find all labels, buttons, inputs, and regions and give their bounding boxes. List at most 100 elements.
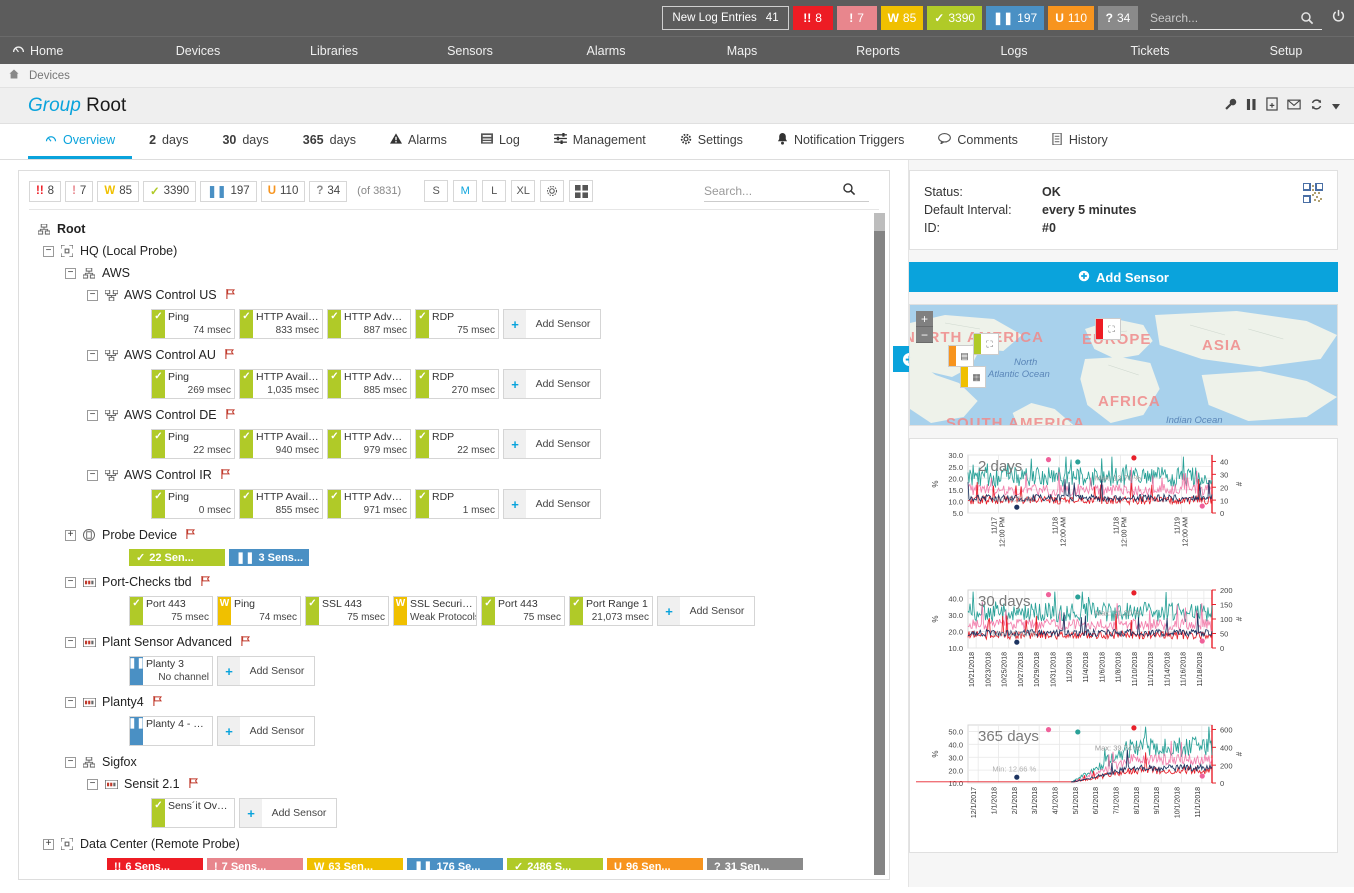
sensor-card[interactable]: ✓HTTP Availabil... 855 msec — [239, 489, 323, 519]
add-sensor-button[interactable]: Add Sensor — [909, 262, 1338, 292]
nav-item-maps[interactable]: Maps — [674, 37, 810, 64]
tab-2-days[interactable]: 2 days — [132, 124, 205, 159]
flag-icon[interactable] — [225, 288, 236, 302]
power-icon[interactable] — [1331, 9, 1346, 28]
search-icon[interactable] — [842, 182, 856, 199]
nav-item-alarms[interactable]: Alarms — [538, 37, 674, 64]
sensor-summary-down[interactable]: !! 6 Sens... — [107, 858, 203, 870]
nav-item-devices[interactable]: Devices — [130, 37, 266, 64]
tab-alarms[interactable]: Alarms — [373, 124, 464, 159]
sensor-card[interactable]: ✓HTTP Advance... 885 msec — [327, 369, 411, 399]
nav-item-libraries[interactable]: Libraries — [266, 37, 402, 64]
global-search[interactable] — [1150, 6, 1322, 30]
sensor-card[interactable]: WSSL Security C... Weak Protocols ... — [393, 596, 477, 626]
size-button-s[interactable]: S — [424, 180, 449, 202]
sensor-summary-warning[interactable]: W 63 Sen... — [307, 858, 403, 870]
tab-history[interactable]: History — [1035, 124, 1125, 159]
status-badge-down[interactable]: !! 8 — [792, 6, 833, 30]
status-badge-unusual[interactable]: U 110 — [1048, 6, 1094, 30]
device-pin-mx[interactable]: ▦ — [960, 366, 986, 388]
sensor-summary-unusual[interactable]: U 96 Sen... — [607, 858, 703, 870]
pause-icon[interactable] — [1246, 98, 1257, 114]
sensor-summary-unknown[interactable]: ? 31 Sen... — [707, 858, 803, 870]
new-log-entries-button[interactable]: New Log Entries 41 — [662, 6, 789, 30]
device-pin-eu[interactable]: ⛶ — [1095, 318, 1121, 340]
sensor-summary-downack[interactable]: ! 7 Sens... — [207, 858, 303, 870]
device-pin-ca[interactable]: ⛶ — [973, 333, 999, 355]
size-button-xl[interactable]: XL — [511, 180, 536, 202]
tree-node-sensit-2-1[interactable]: − Sensit 2.1 — [29, 773, 889, 795]
sensor-card[interactable]: ✓HTTP Availabil... 940 msec — [239, 429, 323, 459]
tree-node-plant-sensor-advanced[interactable]: − Plant Sensor Advanced — [29, 631, 889, 653]
tree-node-planty4[interactable]: − Planty4 — [29, 691, 889, 713]
filter-chip-down[interactable]: !! 8 — [29, 180, 62, 202]
size-button-m[interactable]: M — [453, 180, 478, 202]
sensor-card[interactable]: ✓ RDP 1 msec — [415, 489, 499, 519]
flag-icon[interactable] — [225, 408, 236, 422]
global-search-input[interactable] — [1150, 10, 1300, 25]
status-badge-warning[interactable]: W 85 — [880, 6, 924, 30]
tree-expander[interactable]: + — [65, 529, 76, 541]
status-badge-unknown[interactable]: ? 34 — [1098, 6, 1138, 30]
grid-icon[interactable] — [569, 180, 594, 202]
refresh-icon[interactable] — [1310, 98, 1323, 114]
add-sensor-card[interactable]: + Add Sensor — [503, 429, 601, 459]
flag-icon[interactable] — [153, 695, 163, 709]
search-icon[interactable] — [1300, 11, 1314, 25]
geo-map-widget[interactable]: + − NORTH AMERICA EUROPE ASIA AFRICA SOU… — [909, 304, 1338, 426]
tree-expander[interactable]: + — [43, 838, 54, 850]
report-icon[interactable] — [1266, 97, 1278, 114]
chart-30-days[interactable]: 10.0 20.0 30.0 40.0 10/21/2018 10/23/2018 10/2… — [916, 580, 1331, 711]
filter-chip-down-ack[interactable]: ! 7 — [65, 180, 94, 202]
tree-node-probe-device[interactable]: + Probe Device — [29, 524, 889, 546]
sensor-card[interactable]: ✓HTTP Advance... 979 msec — [327, 429, 411, 459]
tree-expander[interactable]: − — [87, 469, 98, 481]
sensor-card[interactable]: ✓HTTP Advance... 971 msec — [327, 489, 411, 519]
nav-item-reports[interactable]: Reports — [810, 37, 946, 64]
nav-item-sensors[interactable]: Sensors — [402, 37, 538, 64]
tree-expander[interactable]: − — [87, 349, 98, 361]
sensor-card[interactable]: ✓ Port Range 1 21,073 msec — [569, 596, 653, 626]
device-pin-us[interactable]: ▤ — [948, 345, 974, 367]
tab-log[interactable]: Log — [464, 124, 537, 159]
chart-2-days[interactable]: 5.0 10.0 15.0 20.0 25.0 30.0 11/17 12:00 PM 11/1… — [916, 445, 1331, 576]
flag-icon[interactable] — [186, 528, 196, 542]
tree-expander[interactable]: − — [87, 409, 98, 421]
flag-icon[interactable] — [200, 575, 211, 589]
tree-expander[interactable]: − — [43, 245, 54, 257]
tree-node-aws[interactable]: − AWS — [29, 262, 889, 284]
status-badge-down-ack[interactable]: ! 7 — [836, 6, 877, 30]
sensor-card[interactable]: ✓ Ping 269 msec — [151, 369, 235, 399]
sensor-card[interactable]: ✓ Ping 22 msec — [151, 429, 235, 459]
nav-item-home[interactable]: Home — [0, 37, 130, 64]
wrench-icon[interactable] — [1224, 98, 1237, 114]
tree-expander[interactable]: − — [65, 696, 76, 708]
add-sensor-card[interactable]: + Add Sensor — [503, 309, 601, 339]
sensor-summary-up[interactable]: ✓ 2486 S... — [507, 858, 603, 870]
status-badge-up[interactable]: ✓ 3390 — [927, 6, 983, 30]
map-zoom-in-button[interactable]: + — [916, 311, 933, 327]
breadcrumb-current[interactable]: Devices — [29, 70, 70, 82]
sensor-card[interactable]: W Ping 74 msec — [217, 596, 301, 626]
add-sensor-card[interactable]: + Add Sensor — [503, 369, 601, 399]
sensor-card[interactable]: ❚❚Planty 4 - Soil ... — [129, 716, 213, 746]
flag-icon[interactable] — [188, 777, 199, 791]
chevron-down-icon[interactable] — [1332, 98, 1340, 113]
tree-scrollbar-thumb-top[interactable] — [874, 213, 885, 231]
tree-node-sigfox[interactable]: − Sigfox — [29, 751, 889, 773]
tree-expander[interactable]: − — [87, 289, 98, 301]
tree-expander[interactable]: − — [65, 576, 76, 588]
filter-chip-unknown[interactable]: ? 34 — [309, 180, 348, 202]
nav-item-setup[interactable]: Setup — [1218, 37, 1354, 64]
tree-expander[interactable]: − — [65, 267, 76, 279]
tree-node-port-checks-tbd[interactable]: − Port-Checks tbd — [29, 571, 889, 593]
chart-365-days[interactable]: 10.0 20.0 30.0 40.0 50.0 12/1/2017 1/1/2018 2/1… — [916, 715, 1331, 846]
tab-comments[interactable]: Comments — [921, 124, 1034, 159]
sensor-card[interactable]: ✓ RDP 75 msec — [415, 309, 499, 339]
mail-icon[interactable] — [1287, 98, 1301, 113]
size-button-l[interactable]: L — [482, 180, 507, 202]
gear-icon[interactable] — [540, 180, 565, 202]
sensor-card[interactable]: ✓HTTP Availabil... 833 msec — [239, 309, 323, 339]
sensor-summary-up[interactable]: ✓ 22 Sen... — [129, 549, 225, 566]
add-sensor-card[interactable]: + Add Sensor — [503, 489, 601, 519]
